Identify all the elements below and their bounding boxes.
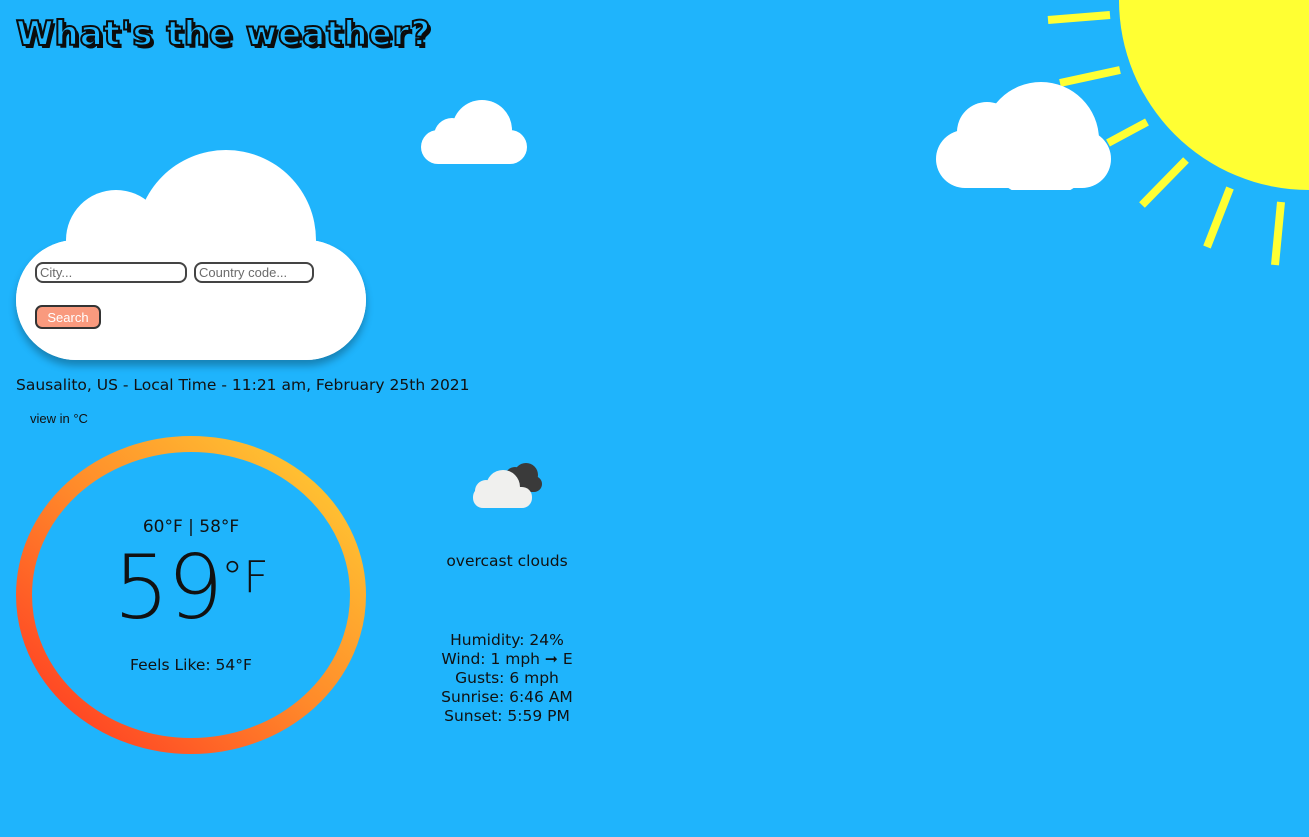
small-cloud-icon: [421, 100, 527, 164]
current-temperature: 59°F: [16, 544, 366, 632]
search-button[interactable]: Search: [35, 305, 101, 329]
gusts-value: Gusts: 6 mph: [455, 669, 559, 687]
feels-like-temperature: Feels Like: 54°F: [130, 656, 252, 674]
condition-description: overcast clouds: [446, 552, 568, 570]
temperature-unit: °F: [221, 552, 269, 603]
current-temperature-value: 59: [113, 536, 223, 639]
sunset-time: Sunset: 5:59 PM: [444, 707, 570, 725]
weather-details: Humidity: 24% Wind: 1 mph ➞ E Gusts: 6 m…: [407, 631, 607, 726]
unit-toggle-link[interactable]: view in °C: [30, 411, 88, 426]
city-input[interactable]: [35, 262, 187, 283]
large-cloud-icon: [936, 82, 1111, 190]
high-low-temperature: 60°F | 58°F: [142, 517, 240, 537]
location-local-time: Sausalito, US - Local Time - 11:21 am, F…: [16, 376, 470, 394]
page-title: What's the weather?: [15, 13, 432, 55]
sunrise-time: Sunrise: 6:46 AM: [441, 688, 573, 706]
search-cloud: Search: [16, 150, 366, 362]
temperature-panel: 60°F | 58°F 59°F Feels Like: 54°F: [16, 436, 366, 754]
humidity-value: Humidity: 24%: [450, 631, 564, 649]
overcast-clouds-icon: [473, 463, 542, 508]
country-code-input[interactable]: [194, 262, 314, 283]
wind-value: Wind: 1 mph ➞ E: [441, 650, 573, 668]
